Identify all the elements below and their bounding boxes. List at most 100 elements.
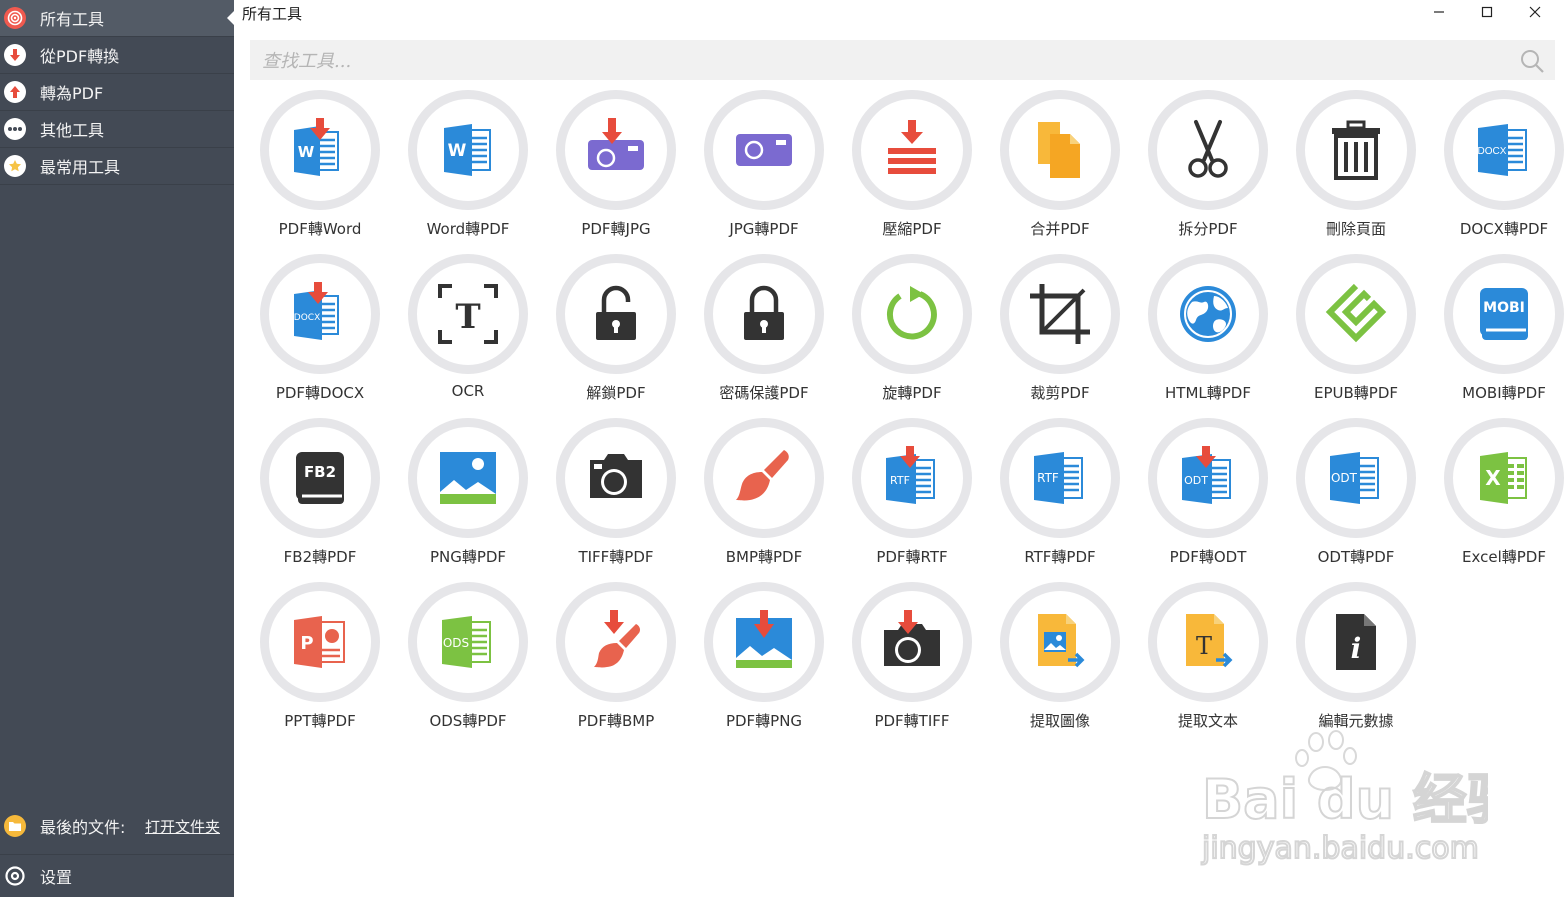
tool-icon-ring	[1296, 254, 1416, 374]
tools-grid: W PDF轉Word W Word轉PDF PDF轉JPG JPG轉PDF 壓縮…	[246, 90, 1564, 746]
tool-label: OCR	[451, 382, 485, 400]
icon-letter: FB2	[304, 463, 336, 481]
sidebar-item-frequent-tools[interactable]: 最常用工具	[0, 148, 234, 185]
tool-split-pdf[interactable]: 拆分PDF	[1134, 90, 1282, 254]
tool-compress-pdf[interactable]: 壓縮PDF	[838, 90, 986, 254]
tool-odt-to-pdf[interactable]: ODT ODT轉PDF	[1282, 418, 1430, 582]
open-folder-link[interactable]: 打开文件夹	[145, 816, 220, 837]
tool-icon-ring	[408, 418, 528, 538]
watermark-brand: Bai du 经验	[1202, 768, 1488, 831]
excel-icon: X	[1480, 452, 1527, 504]
ocr-icon: T	[438, 284, 498, 344]
search-icon[interactable]	[1519, 48, 1545, 74]
tool-label: 旋轉PDF	[882, 384, 942, 402]
tool-rtf-to-pdf[interactable]: RTF RTF轉PDF	[986, 418, 1134, 582]
sidebar-item-other-tools[interactable]: 其他工具	[0, 111, 234, 148]
folder-icon	[4, 815, 26, 837]
tool-label: Excel轉PDF	[1462, 548, 1546, 566]
tool-pdf-to-tiff[interactable]: PDF轉TIFF	[838, 582, 986, 746]
maximize-button[interactable]	[1463, 0, 1511, 24]
pdf-to-word-icon: W	[294, 118, 339, 176]
tool-extract-text[interactable]: T 提取文本	[1134, 582, 1282, 746]
tool-png-to-pdf[interactable]: PNG轉PDF	[394, 418, 542, 582]
tool-unlock-pdf[interactable]: 解鎖PDF	[542, 254, 690, 418]
tool-delete-pages[interactable]: 刪除頁面	[1282, 90, 1430, 254]
tool-word-to-pdf[interactable]: W Word轉PDF	[394, 90, 542, 254]
sidebar-item-to-pdf[interactable]: 轉為PDF	[0, 74, 234, 111]
tool-label: ODS轉PDF	[429, 712, 507, 730]
tool-epub-to-pdf[interactable]: EPUB轉PDF	[1282, 254, 1430, 418]
sidebar-item-all-tools[interactable]: 所有工具	[0, 0, 235, 37]
pdf-to-docx-icon: DOCX	[294, 282, 339, 340]
merge-icon	[1038, 122, 1080, 178]
tool-icon-ring: MOBI	[1444, 254, 1564, 374]
tool-icon-ring	[556, 418, 676, 538]
tool-mobi-to-pdf[interactable]: MOBI MOBI轉PDF	[1430, 254, 1567, 418]
globe-icon	[1180, 286, 1236, 342]
icon-letter: ODT	[1331, 471, 1358, 485]
trash-icon	[1332, 120, 1380, 180]
camera-icon	[590, 454, 642, 498]
tool-fb2-to-pdf[interactable]: FB2 FB2轉PDF	[246, 418, 394, 582]
tool-password-protect[interactable]: 密碼保護PDF	[690, 254, 838, 418]
unlock-icon	[596, 285, 636, 340]
tool-rotate-pdf[interactable]: 旋轉PDF	[838, 254, 986, 418]
settings-item[interactable]: 设置	[0, 855, 234, 897]
tool-html-to-pdf[interactable]: HTML轉PDF	[1134, 254, 1282, 418]
tool-extract-images[interactable]: 提取圖像	[986, 582, 1134, 746]
tool-merge-pdf[interactable]: 合并PDF	[986, 90, 1134, 254]
tool-edit-metadata[interactable]: i 編輯元數據	[1282, 582, 1430, 746]
search-input[interactable]	[250, 40, 1504, 82]
window-controls	[1415, 0, 1559, 24]
tool-icon-ring	[704, 90, 824, 210]
tool-pdf-to-docx[interactable]: DOCX PDF轉DOCX	[246, 254, 394, 418]
tool-icon-ring	[852, 582, 972, 702]
tool-pdf-to-word[interactable]: W PDF轉Word	[246, 90, 394, 254]
tool-pdf-to-rtf[interactable]: RTF PDF轉RTF	[838, 418, 986, 582]
arrow-down-icon	[4, 44, 26, 66]
tool-icon-ring	[1148, 254, 1268, 374]
tool-icon-ring: W	[260, 90, 380, 210]
sidebar-item-label: 其他工具	[40, 121, 105, 140]
tool-crop-pdf[interactable]: 裁剪PDF	[986, 254, 1134, 418]
arrow-up-icon	[4, 81, 26, 103]
baidu-watermark: Bai du 经验 jingyan.baidu.com	[1200, 730, 1488, 867]
tool-icon-ring: DOCX	[1444, 90, 1564, 210]
tool-icon-ring	[556, 90, 676, 210]
pdf-to-odt-icon: ODT	[1182, 446, 1231, 504]
brush-icon	[736, 450, 789, 501]
tool-label: EPUB轉PDF	[1313, 384, 1399, 402]
close-button[interactable]	[1511, 0, 1559, 24]
minimize-button[interactable]	[1415, 0, 1463, 24]
tool-icon-ring: RTF	[1000, 418, 1120, 538]
tool-icon-ring: ODS	[408, 582, 528, 702]
tool-pdf-to-odt[interactable]: ODT PDF轉ODT	[1134, 418, 1282, 582]
tool-pdf-to-bmp[interactable]: PDF轉BMP	[542, 582, 690, 746]
tool-label: FB2轉PDF	[283, 548, 357, 566]
tool-label: 刪除頁面	[1325, 220, 1386, 238]
sidebar-item-from-pdf[interactable]: 從PDF轉換	[0, 37, 234, 74]
tool-docx-to-pdf[interactable]: DOCX DOCX轉PDF	[1430, 90, 1567, 254]
tool-label: PDF轉DOCX	[275, 384, 365, 402]
tool-ppt-to-pdf[interactable]: P PPT轉PDF	[246, 582, 394, 746]
tool-icon-ring	[852, 254, 972, 374]
icon-letter: W	[298, 143, 315, 161]
tool-ods-to-pdf[interactable]: ODS ODS轉PDF	[394, 582, 542, 746]
docx-to-pdf-icon: DOCX	[1478, 124, 1527, 176]
tool-pdf-to-jpg[interactable]: PDF轉JPG	[542, 90, 690, 254]
tool-icon-ring: DOCX	[260, 254, 380, 374]
tool-excel-to-pdf[interactable]: X Excel轉PDF	[1430, 418, 1567, 582]
tool-jpg-to-pdf[interactable]: JPG轉PDF	[690, 90, 838, 254]
tool-label: PDF轉RTF	[876, 548, 948, 566]
pdf-to-rtf-icon: RTF	[886, 446, 935, 504]
pdf-to-jpg-icon	[588, 118, 644, 170]
tool-pdf-to-png[interactable]: PDF轉PNG	[690, 582, 838, 746]
tool-icon-ring: ODT	[1148, 418, 1268, 538]
tool-tiff-to-pdf[interactable]: TIFF轉PDF	[542, 418, 690, 582]
tool-bmp-to-pdf[interactable]: BMP轉PDF	[690, 418, 838, 582]
settings-label: 设置	[40, 868, 73, 887]
tool-label: 拆分PDF	[1178, 220, 1238, 238]
tool-ocr[interactable]: T OCR	[394, 254, 542, 418]
window-title: 所有工具	[242, 5, 303, 23]
tool-icon-ring: P	[260, 582, 380, 702]
